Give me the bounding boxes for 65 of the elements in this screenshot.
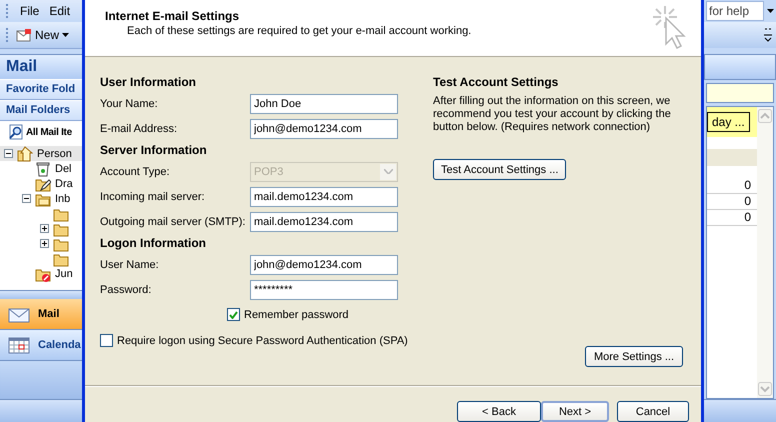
input-field[interactable]: mail.demo1234.com [250,186,398,206]
collapse-icon[interactable] [22,194,31,203]
nav-button[interactable]: Calenda [0,330,82,361]
checkbox[interactable] [100,334,113,347]
checkbox-label: Require logon using Secure Password Authentication (SPA) [117,334,408,346]
dialog-subtitle: Each of these settings are required to get your e-mail account working. [126,25,472,37]
section-heading: Logon Information [100,235,207,252]
field-label: E-mail Address: [100,122,178,134]
info-bar [706,83,774,103]
test-settings-button[interactable]: Test Account Settings ... [433,159,566,180]
cancel-button[interactable]: Cancel [617,401,689,422]
pane-header[interactable]: Favorite Fold [0,79,82,100]
folder-label[interactable]: Inb [55,192,70,204]
dialog-title: Internet E-mail Settings [105,9,240,23]
check-icon [229,310,238,318]
field-label: Incoming mail server: [100,190,206,202]
input-field[interactable]: mail.demo1234.com [250,212,398,232]
column-header [707,149,757,166]
folder-label[interactable]: Jun [55,268,73,280]
checkbox-label: Remember password [244,308,349,320]
field-label: Account Type: [100,166,171,178]
more-settings-button[interactable]: More Settings ... [585,346,683,367]
scroll-down-icon [758,382,772,396]
section-heading: Server Information [100,142,208,159]
field-label: Password: [100,284,152,296]
collapse-icon[interactable] [4,149,13,158]
folder-label[interactable]: Dra [55,178,73,190]
envelope-icon [16,28,32,42]
calendar-icon [8,336,30,354]
dropdown-icon [767,9,774,13]
back-button[interactable]: < Back [457,401,541,422]
section-heading: Test Account Settings [433,74,558,91]
caret-icon [62,33,70,37]
pane-title: Mail [0,54,82,79]
field-label: Your Name: [100,98,159,110]
description-text: After filling out the information on this screen, we recommend you test your account by clicking the button below. (Requires network connection) [433,95,672,134]
menu-item[interactable]: Edit [49,4,70,18]
help-search-field[interactable]: for help [706,1,764,21]
scroll-up-icon [758,109,772,123]
expand-icon[interactable] [40,224,49,233]
scrollbar[interactable] [757,107,773,398]
input-field[interactable]: john@demo1234.com [250,118,398,138]
home-folder-icon [17,146,33,162]
input-field[interactable]: john@demo1234.com [250,254,398,274]
folder-label[interactable]: Del [55,162,72,174]
pane-header[interactable]: Mail Folders [0,100,82,121]
input-field[interactable]: ********* [250,280,398,300]
input-field[interactable]: John Doe [250,94,398,114]
all-mail-label: All Mail Ite [26,126,72,138]
expand-icon[interactable] [40,239,49,248]
nav-button[interactable]: Mail [0,299,82,330]
checkbox[interactable] [227,308,240,321]
cursor-sparkle-icon [651,4,687,50]
dropdown-icon [384,169,392,174]
section-heading: User Information [100,74,198,91]
field-label: User Name: [100,258,160,270]
pane-header [704,54,776,80]
field-label: Outgoing mail server (SMTP): [100,216,246,228]
all-mail-item[interactable]: All Mail Ite [0,121,82,143]
toolbar-options-icon [764,26,772,44]
next-button[interactable]: Next > [541,401,609,422]
pane-splitter[interactable] [0,290,82,299]
reminder-button[interactable]: day ... [707,112,750,132]
search-icon [8,124,24,140]
menu-item[interactable]: File [20,4,40,18]
